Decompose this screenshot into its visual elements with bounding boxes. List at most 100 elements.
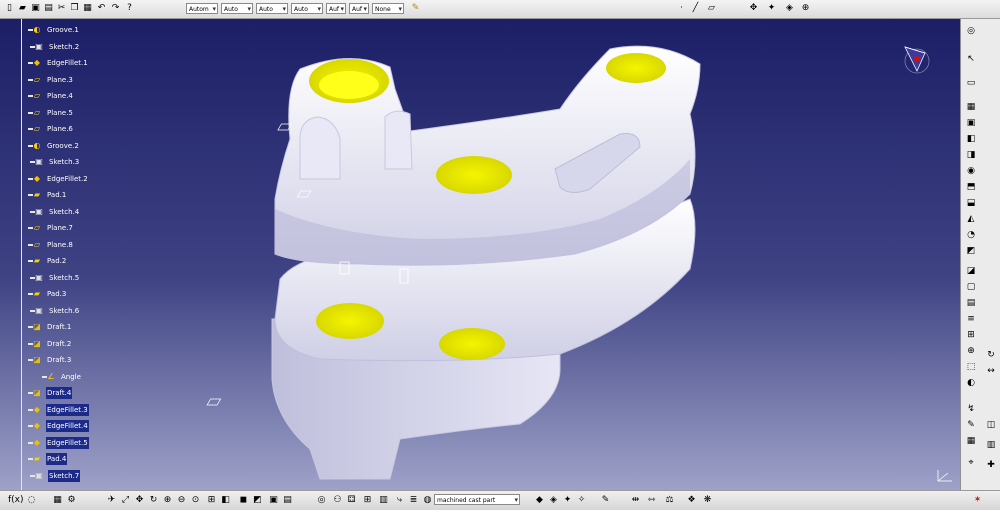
copy-icon[interactable]: ❐ <box>69 3 80 14</box>
analysis-icon[interactable]: ◈ <box>784 3 795 14</box>
paintbrush-icon[interactable]: ✎ <box>410 3 421 14</box>
loft-tool-icon[interactable]: ◭ <box>965 213 977 225</box>
hide-show-icon[interactable]: ◩ <box>252 495 263 506</box>
shell-tool-icon[interactable]: ▢ <box>965 281 977 293</box>
annotation-tool-icon[interactable]: ✎ <box>965 419 977 431</box>
grid-tool-icon[interactable]: ▦ <box>965 435 977 447</box>
toolbar-extra-icon[interactable]: ✚ <box>985 459 997 471</box>
axis-icon[interactable]: ⤷ <box>394 495 405 506</box>
paste-icon[interactable]: ▦ <box>82 3 93 14</box>
list-icon[interactable]: ≣ <box>408 495 419 506</box>
tree-item-label: Sketch.5 <box>49 273 80 282</box>
constraints-icon[interactable]: ⚇ <box>332 495 343 506</box>
boolean-tool-icon[interactable]: ◐ <box>965 377 977 389</box>
sketcher-icon[interactable]: ◎ <box>965 25 977 37</box>
tree-item-label: Draft.1 <box>47 323 72 331</box>
tree-item-label: Sketch.4 <box>49 207 80 216</box>
hole-tool-icon[interactable]: ◉ <box>965 165 977 177</box>
plane-tool-icon[interactable]: ▱ <box>706 3 717 14</box>
undo-icon[interactable]: ↶ <box>96 3 107 14</box>
part-model[interactable] <box>0 19 960 490</box>
table-icon[interactable]: ▦ <box>52 495 63 506</box>
cut-icon[interactable]: ✂ <box>56 3 67 14</box>
compass-icon[interactable] <box>895 41 935 81</box>
select-arrow-icon[interactable]: ↖ <box>965 53 977 65</box>
none-select[interactable]: None <box>372 3 404 15</box>
redo-icon[interactable]: ↷ <box>110 3 121 14</box>
whats-this-icon[interactable]: ? <box>124 3 135 14</box>
3d-viewport[interactable]: ◐ Groove.1 ▣ Sketch.2 ◆ EdgeFillet.1 ▱ Plane.3 ▱… <box>0 19 960 490</box>
paint-icon[interactable]: ✎ <box>600 495 611 506</box>
knowledge-icon[interactable]: ❖ <box>686 495 697 506</box>
rib-tool-icon[interactable]: ⬒ <box>965 181 977 193</box>
axis-system-icon[interactable]: ⌖ <box>965 457 977 469</box>
plane-icon: ▱ <box>33 107 41 117</box>
layer-select[interactable]: Auf <box>326 3 346 15</box>
toolbar-extra-icon[interactable]: ↻ <box>985 349 997 361</box>
tools-icon[interactable]: ⚙ <box>66 495 77 506</box>
iso-view-icon[interactable]: ◧ <box>220 495 231 506</box>
inertia-icon[interactable]: ⚖ <box>664 495 675 506</box>
shaft-tool-icon[interactable]: ◧ <box>965 133 977 145</box>
new-file-icon[interactable]: ▯ <box>4 3 15 14</box>
measure-icon[interactable]: ✥ <box>748 3 759 14</box>
palette-icon[interactable]: ◈ <box>548 495 559 506</box>
save-icon[interactable]: ▣ <box>30 3 41 14</box>
thread-tool-icon[interactable]: ≡ <box>965 313 977 325</box>
open-folder-icon[interactable]: ▰ <box>17 3 28 14</box>
chat-icon[interactable]: ◌ <box>26 495 37 506</box>
point-type-select[interactable]: Auto <box>291 3 323 15</box>
rules-icon[interactable]: ❋ <box>702 495 713 506</box>
mirror-tool-icon[interactable]: ⊞ <box>965 329 977 341</box>
shading-icon[interactable]: ◼ <box>238 495 249 506</box>
groove-tool-icon[interactable]: ◨ <box>965 149 977 161</box>
grid-snap-icon[interactable]: ⊞ <box>362 495 373 506</box>
sketch-tool-icon[interactable]: ▭ <box>965 77 977 89</box>
chamfer-tool-icon[interactable]: ◩ <box>965 245 977 257</box>
sketch-analysis-icon[interactable]: ◎ <box>316 495 327 506</box>
toolbar-extra-icon[interactable]: ▥ <box>985 439 997 451</box>
measure-item-icon[interactable]: ⇿ <box>646 495 657 506</box>
line-icon[interactable]: ╱ <box>690 3 701 14</box>
rotate-icon[interactable]: ↻ <box>148 495 159 506</box>
normal-view-icon[interactable]: ⊙ <box>190 495 201 506</box>
line-thickness-select[interactable]: Auto <box>221 3 253 15</box>
point-icon[interactable]: · <box>676 3 687 14</box>
render-icon[interactable]: ✦ <box>562 495 573 506</box>
plane-icon: ▱ <box>33 74 41 84</box>
scale-tool-icon[interactable]: ⬚ <box>965 361 977 373</box>
pan-icon[interactable]: ✥ <box>134 495 145 506</box>
dimension-icon[interactable]: ⚃ <box>346 495 357 506</box>
draft-tool-icon[interactable]: ◪ <box>965 265 977 277</box>
measure-between-icon[interactable]: ⇹ <box>630 495 641 506</box>
plane-icon: ▱ <box>33 124 41 133</box>
zoom-in-icon[interactable]: ⊕ <box>162 495 173 506</box>
render-style-select[interactable]: Auf <box>349 3 369 15</box>
fit-all-icon[interactable]: ⤢ <box>120 495 131 506</box>
pattern-tool-icon[interactable]: ⊕ <box>965 345 977 357</box>
zoom-out-icon[interactable]: ⊖ <box>176 495 187 506</box>
swap-space-icon[interactable]: ▣ <box>268 495 279 506</box>
layer-filter-icon[interactable]: ▥ <box>378 495 389 506</box>
material-select[interactable]: machined cast part <box>434 494 520 506</box>
thickness-tool-icon[interactable]: ▤ <box>965 297 977 309</box>
line-color-select[interactable]: Autom <box>186 3 218 15</box>
pad-tool-icon[interactable]: ▦ <box>965 101 977 113</box>
line-type-select[interactable]: Auto <box>256 3 288 15</box>
lights-icon[interactable]: ✧ <box>576 495 587 506</box>
toolbar-extra-icon[interactable]: ◫ <box>985 419 997 431</box>
fly-mode-icon[interactable]: ✈ <box>106 495 117 506</box>
constraint-tool-icon[interactable]: ↯ <box>965 403 977 415</box>
print-icon[interactable]: ▤ <box>43 3 54 14</box>
multi-view-icon[interactable]: ⊞ <box>206 495 217 506</box>
formula-icon[interactable]: f(x) <box>8 495 24 506</box>
material-icon[interactable]: ▤ <box>282 495 293 506</box>
material-browser-icon[interactable]: ◍ <box>422 495 433 506</box>
fillet-tool-icon[interactable]: ◔ <box>965 229 977 241</box>
slot-tool-icon[interactable]: ⬓ <box>965 197 977 209</box>
pocket-tool-icon[interactable]: ▣ <box>965 117 977 129</box>
compass-tool-icon[interactable]: ⊕ <box>800 3 811 14</box>
apply-material-icon[interactable]: ✦ <box>766 3 777 14</box>
toolbar-extra-icon[interactable]: ↔ <box>985 365 997 377</box>
texture-icon[interactable]: ◆ <box>534 495 545 506</box>
